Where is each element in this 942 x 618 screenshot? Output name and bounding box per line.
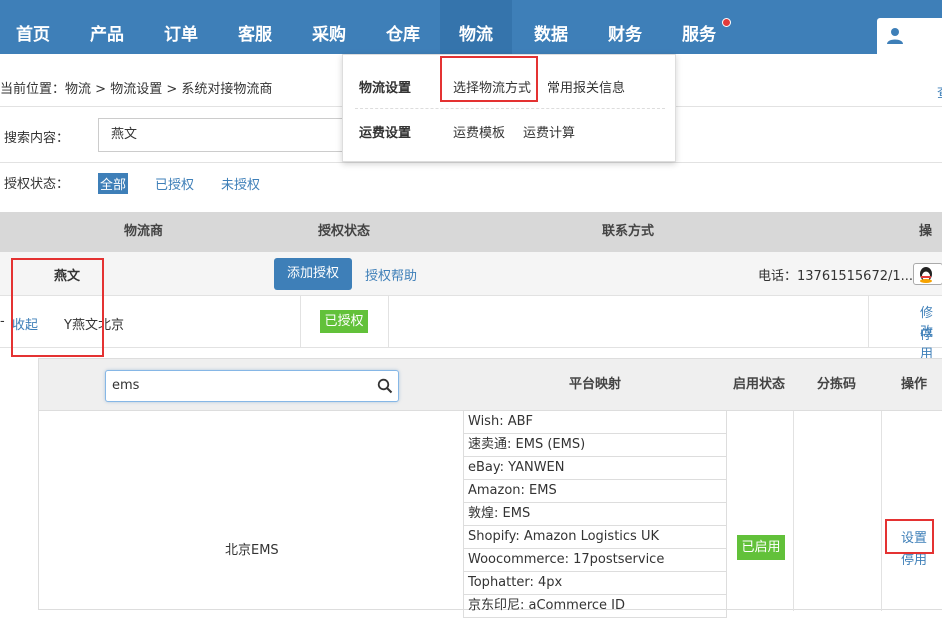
col-platform-mapping: 平台映射 [569, 377, 622, 392]
method-table-header: ems 平台映射 启用状态 分拣码 操作 [39, 359, 942, 411]
filter-unauthorized[interactable]: 未授权 [219, 173, 262, 194]
col-auth-status: 授权状态 [318, 224, 371, 239]
highlight-box [885, 519, 934, 554]
filter-authorized[interactable]: 已授权 [153, 173, 196, 194]
search-icon[interactable] [377, 378, 393, 394]
mapping-item: Tophatter: 4px [463, 572, 727, 595]
qq-contact-icon[interactable] [913, 263, 942, 285]
notification-dot [722, 18, 731, 27]
breadcrumb-logistics-settings[interactable]: 物流设置 [110, 82, 162, 97]
dropdown-divider [355, 108, 665, 109]
breadcrumb-sep: > [95, 82, 107, 97]
add-auth-button[interactable]: 添加授权 [274, 258, 352, 290]
enabled-badge: 已启用 [737, 535, 785, 560]
breadcrumb-sep: > [166, 82, 178, 97]
mapping-item: 速卖通: EMS (EMS) [463, 434, 727, 457]
breadcrumb-more-link[interactable]: 查 [937, 82, 942, 101]
breadcrumb: 当前位置：物流 > 物流设置 > 系统对接物流商 [0, 78, 272, 97]
search-label: 搜索内容： [4, 131, 70, 146]
col-divider [300, 296, 301, 348]
breadcrumb-prefix: 当前位置： [0, 82, 66, 97]
top-nav: 首页 产品 订单 客服 采购 仓库 物流 数据 财务 服务 [0, 0, 942, 54]
mapping-item: Woocommerce: 17postservice [463, 549, 727, 572]
collapse-dash: - [0, 314, 5, 329]
nav-item-home[interactable]: 首页 [0, 0, 66, 54]
divider [0, 162, 942, 163]
carrier-phone: 电话：13761515672/1... [758, 269, 914, 284]
nav-item-purchase[interactable]: 采购 [295, 0, 363, 54]
nav-item-orders[interactable]: 订单 [147, 0, 215, 54]
col-carrier: 物流商 [124, 224, 164, 239]
search-input[interactable]: 燕文 [98, 118, 358, 152]
table-header: 物流商 授权状态 联系方式 操作 [0, 212, 942, 279]
platform-mapping-list: Wish: ABF 速卖通: EMS (EMS) eBay: YANWEN Am… [463, 411, 727, 618]
nav-item-logistics[interactable]: 物流 [440, 0, 512, 54]
method-search-input[interactable]: ems [105, 370, 399, 402]
method-table: ems 平台映射 启用状态 分拣码 操作 北京EMS Wish: ABF 速卖通… [38, 358, 942, 618]
penguin-icon [920, 267, 932, 283]
menu-freight-calc[interactable]: 运费计算 [523, 122, 575, 141]
nav-item-data[interactable]: 数据 [517, 0, 585, 54]
col-divider [868, 296, 869, 348]
menu-freight-template[interactable]: 运费模板 [453, 122, 505, 141]
nav-item-warehouse[interactable]: 仓库 [369, 0, 437, 54]
dropdown-group-freight-settings: 运费设置 [359, 126, 412, 141]
auth-status-label: 授权状态： [4, 177, 70, 192]
col-enabled-status: 启用状态 [733, 377, 786, 392]
account-row: - 收起 Y燕文北京 修改 停用 [0, 296, 942, 362]
carrier-row: 燕文 授权帮助 电话：13761515672/1... [0, 252, 942, 296]
highlight-box [440, 56, 538, 102]
nav-item-services[interactable]: 服务 [665, 0, 733, 54]
mapping-item: eBay: YANWEN [463, 457, 727, 480]
col-method-actions: 操作 [901, 377, 928, 392]
user-icon [887, 28, 903, 44]
dropdown-group-logistics-settings: 物流设置 [359, 81, 412, 96]
breadcrumb-current: 系统对接物流商 [181, 82, 273, 97]
user-menu[interactable] [877, 18, 942, 54]
filter-all[interactable]: 全部 [98, 173, 129, 194]
col-divider [388, 296, 389, 348]
menu-customs-info[interactable]: 常用报关信息 [547, 77, 625, 96]
mapping-item: 敦煌: EMS [463, 503, 727, 526]
mapping-item: Wish: ABF [463, 411, 727, 434]
method-name: 北京EMS [225, 543, 279, 558]
breadcrumb-logistics[interactable]: 物流 [65, 82, 91, 97]
auth-help-link[interactable]: 授权帮助 [365, 265, 417, 284]
mapping-item: Amazon: EMS [463, 480, 727, 503]
mapping-item: 京东印尼: aCommerce ID [463, 595, 727, 618]
nav-item-products[interactable]: 产品 [73, 0, 141, 54]
col-divider [881, 411, 882, 611]
nav-item-finance[interactable]: 财务 [591, 0, 659, 54]
method-search-value: ems [112, 378, 140, 393]
col-actions: 操作 [919, 224, 933, 279]
highlight-box [11, 258, 104, 357]
col-sort-code: 分拣码 [817, 377, 857, 392]
disable-link[interactable]: 停用 [920, 324, 942, 362]
col-divider [793, 411, 794, 611]
nav-item-service[interactable]: 客服 [221, 0, 289, 54]
authorized-badge: 已授权 [320, 310, 368, 333]
mapping-item: Shopify: Amazon Logistics UK [463, 526, 727, 549]
col-contact: 联系方式 [602, 224, 655, 239]
